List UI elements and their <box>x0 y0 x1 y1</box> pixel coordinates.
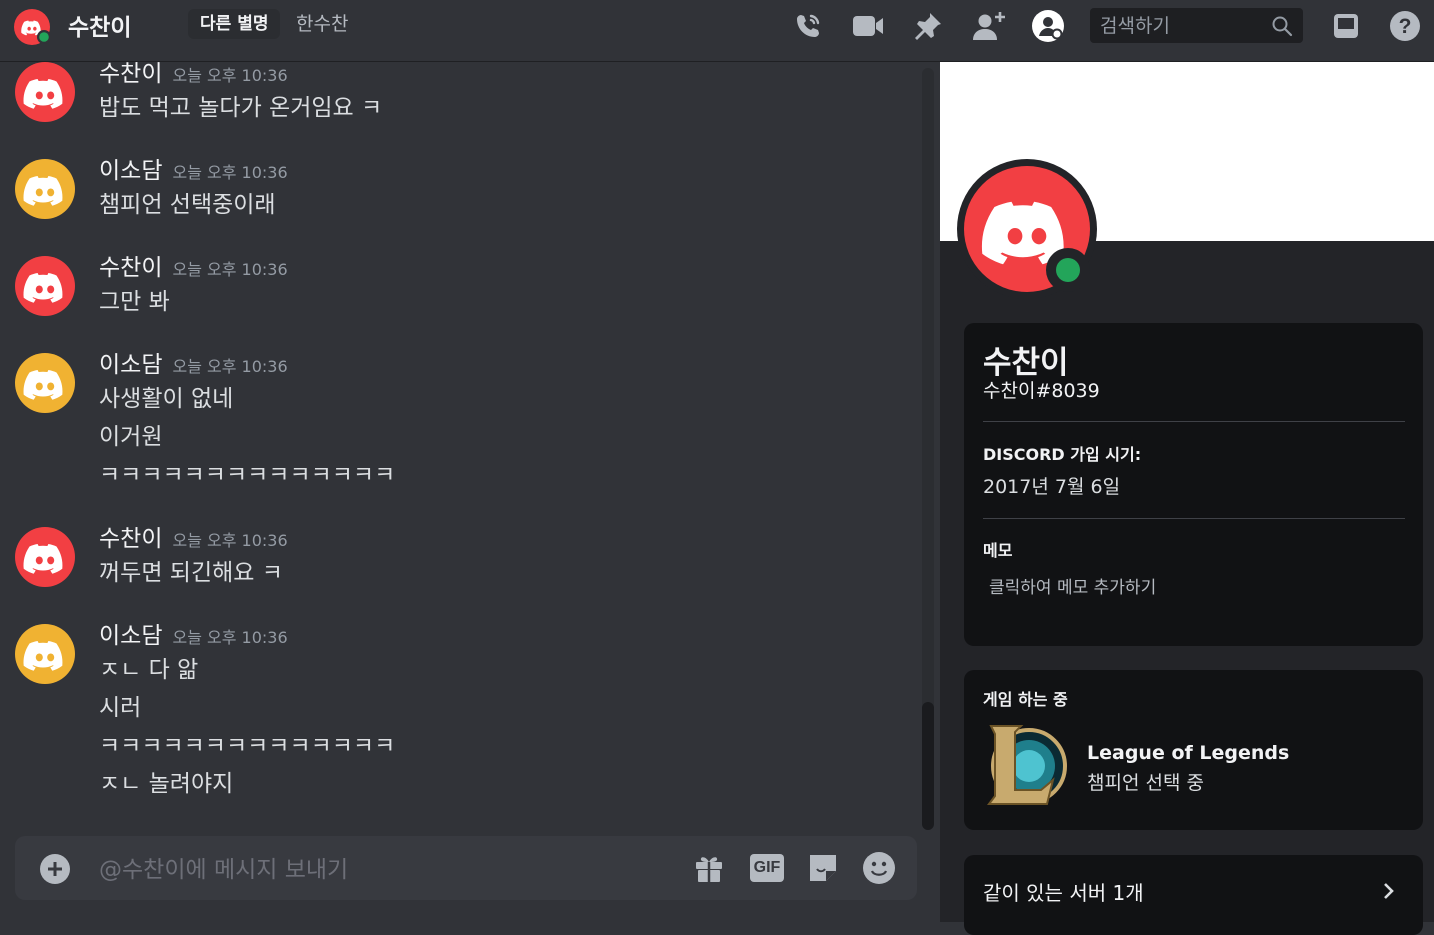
message-text: 그만 봐 <box>99 289 170 315</box>
message-author-row: 수찬이 오늘 오후 10:36 <box>99 248 288 282</box>
inbox-icon <box>1334 14 1358 38</box>
activity-card: 게임 하는 중 League of Legends 챔피언 선택 중 <box>964 670 1423 830</box>
joined-heading: DISCORD 가입 시기: <box>983 445 1142 464</box>
add-friend-icon <box>973 12 1005 40</box>
gif-button[interactable]: GIF <box>749 850 785 886</box>
user-avatar-icon[interactable] <box>15 624 75 684</box>
message-author[interactable]: 수찬이 <box>99 255 162 281</box>
sticker-button[interactable] <box>805 850 841 886</box>
message-author-row: 수찬이 오늘 오후 10:36 <box>99 519 288 553</box>
help-icon: ? <box>1390 11 1420 41</box>
message-author[interactable]: 수찬이 <box>99 62 162 87</box>
mutual-servers-button[interactable]: 같이 있는 서버 1개 <box>964 855 1423 935</box>
user-profile-panel: 수찬이 수찬이#8039 DISCORD 가입 시기: 2017년 7월 6일 … <box>940 62 1434 935</box>
message-text: ㅋㅋㅋㅋㅋㅋㅋㅋㅋㅋㅋㅋㅋㅋ <box>99 462 396 488</box>
message-text: 꺼두면 되긴해요 ㅋ <box>99 560 283 586</box>
emoji-icon <box>863 852 895 884</box>
channel-header: 수찬이 다른 별명 한수찬 검색하기 ? <box>0 0 1434 62</box>
user-avatar-icon[interactable] <box>15 159 75 219</box>
call-button[interactable] <box>788 6 828 46</box>
message-author-row: 이소담 오늘 오후 10:36 <box>99 345 288 379</box>
emoji-button[interactable] <box>861 850 897 886</box>
search-placeholder: 검색하기 <box>1100 15 1170 37</box>
profile-username[interactable]: 수찬이#8039 <box>983 376 1100 403</box>
search-input[interactable]: 검색하기 <box>1090 8 1303 43</box>
user-avatar-icon[interactable] <box>15 353 75 413</box>
gift-icon <box>696 857 722 882</box>
message-text: ㅈㄴ 놀려야지 <box>99 771 234 797</box>
message-text: 밥도 먹고 놀다가 온거임요 ㅋ <box>99 95 383 121</box>
message-timestamp: 오늘 오후 10:36 <box>172 260 288 279</box>
user-avatar-icon[interactable] <box>15 62 75 122</box>
activity-heading: 게임 하는 중 <box>983 690 1068 709</box>
message-input[interactable]: @수찬이에 메시지 보내기 <box>99 850 348 884</box>
message-text: 시러 <box>99 695 142 721</box>
divider <box>983 518 1405 519</box>
user-avatar-icon[interactable] <box>15 527 75 587</box>
help-button[interactable]: ? <box>1385 6 1425 46</box>
league-of-legends-icon <box>987 725 1067 805</box>
message-text: ㅈㄴ 다 앎 <box>99 657 199 683</box>
message-text: 사생활이 없네 <box>99 386 234 412</box>
message-timestamp: 오늘 오후 10:36 <box>172 163 288 182</box>
mutual-servers-label: 같이 있는 서버 1개 <box>983 881 1144 905</box>
message-author[interactable]: 이소담 <box>99 158 162 184</box>
message-author-row: 이소담 오늘 오후 10:36 <box>99 616 288 650</box>
game-name: League of Legends <box>1087 742 1290 764</box>
sticker-icon <box>810 855 836 881</box>
game-state: 챔피언 선택 중 <box>1087 772 1204 794</box>
message-timestamp: 오늘 오후 10:36 <box>172 531 288 550</box>
note-input[interactable]: 클릭하여 메모 추가하기 <box>989 573 1156 598</box>
add-friends-button[interactable] <box>968 6 1008 46</box>
scrollbar-thumb[interactable] <box>922 702 934 830</box>
profile-info-card: 수찬이 수찬이#8039 DISCORD 가입 시기: 2017년 7월 6일 … <box>964 323 1423 646</box>
pin-icon <box>915 13 941 40</box>
search-icon <box>1272 16 1293 37</box>
user-avatar-icon[interactable] <box>15 256 75 316</box>
profile-toggle-icon <box>1032 10 1064 42</box>
nickname-label: 한수찬 <box>296 13 349 35</box>
dm-avatar-icon[interactable] <box>14 9 50 45</box>
note-heading: 메모 <box>983 541 1013 560</box>
video-icon <box>853 16 883 36</box>
message-author[interactable]: 이소담 <box>99 352 162 378</box>
svg-text:?: ? <box>1399 15 1412 38</box>
page-title: 수찬이 <box>68 15 132 41</box>
message-author-row: 이소담 오늘 오후 10:36 <box>99 151 288 185</box>
joined-date: 2017년 7월 6일 <box>983 476 1121 498</box>
message-timestamp: 오늘 오후 10:36 <box>172 66 288 85</box>
user-profile-toggle[interactable] <box>1028 6 1068 46</box>
online-status-icon <box>1056 258 1080 282</box>
nickname-button[interactable]: 다른 별명 <box>188 9 281 39</box>
message-composer[interactable]: @수찬이에 메시지 보내기 GIF <box>15 836 917 900</box>
video-call-button[interactable] <box>848 6 888 46</box>
inbox-button[interactable] <box>1326 6 1366 46</box>
plus-icon[interactable] <box>39 853 71 885</box>
chevron-right-icon <box>1384 883 1394 899</box>
message-author-row: 수찬이 오늘 오후 10:36 <box>99 62 288 88</box>
message-timestamp: 오늘 오후 10:36 <box>172 628 288 647</box>
message-timestamp: 오늘 오후 10:36 <box>172 357 288 376</box>
divider <box>983 421 1405 422</box>
message-list: 수찬이 오늘 오후 10:36 밥도 먹고 놀다가 온거임요 ㅋ 이소담 오늘 오후… <box>0 62 922 922</box>
gift-button[interactable] <box>691 850 727 886</box>
call-icon <box>797 14 820 37</box>
pinned-messages-button[interactable] <box>908 6 948 46</box>
message-text: ㅋㅋㅋㅋㅋㅋㅋㅋㅋㅋㅋㅋㅋㅋ <box>99 733 396 759</box>
message-author[interactable]: 수찬이 <box>99 526 162 552</box>
message-text: 이거원 <box>99 424 163 450</box>
message-author[interactable]: 이소담 <box>99 623 162 649</box>
message-text: 챔피언 선택중이래 <box>99 192 276 218</box>
gif-label: GIF <box>753 859 781 876</box>
